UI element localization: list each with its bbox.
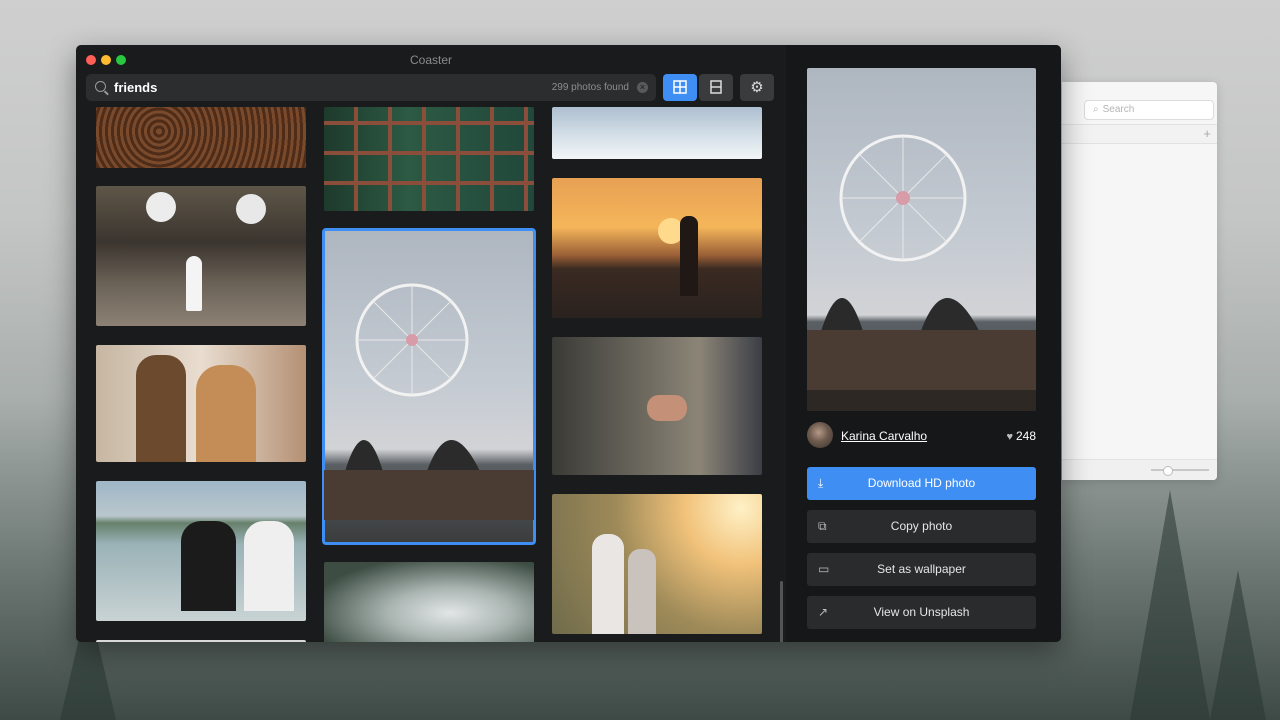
view-on-unsplash-button[interactable]: ↗ View on Unsplash [807,596,1036,629]
person [181,521,236,611]
copy-photo-label: Copy photo [890,519,953,533]
photo-helping-hand[interactable] [552,337,762,475]
slider-knob[interactable] [1163,466,1173,476]
photo-coffee-beans[interactable] [96,107,306,168]
search-icon: ⌕ [1093,104,1099,115]
hands [647,395,687,421]
grid-scrollbar[interactable] [780,581,783,642]
title-bar[interactable]: Coaster [76,45,786,73]
list-view-icon [710,80,722,94]
tree-silhouette [1210,570,1266,720]
gear-icon: ⚙ [750,79,764,96]
photo-partial[interactable] [96,640,306,642]
bride [186,256,202,311]
view-on-unsplash-label: View on Unsplash [873,605,970,619]
person [244,521,294,611]
photo-grid[interactable] [76,107,784,642]
copy-icon: ⧉ [818,519,827,533]
external-link-icon: ↗ [818,605,829,619]
window-frame [324,107,534,211]
background-search-field[interactable]: ⌕ Search [1084,100,1214,120]
copy-photo-button[interactable]: ⧉ Copy photo [807,510,1036,543]
zoom-slider[interactable] [1151,466,1209,476]
monitor-icon: ▭ [818,562,830,576]
tree-silhouette [1130,490,1210,720]
girl [628,549,656,634]
photo-friends-camera-beach[interactable] [96,481,306,621]
background-window[interactable]: ⌕ Search + [1062,82,1217,480]
girl [592,534,624,634]
plus-icon[interactable]: + [1203,125,1211,143]
grid-view-button[interactable] [663,74,697,101]
like-count[interactable]: ♥ 248 [1006,429,1036,443]
download-hd-button[interactable]: ⤓ Download HD photo [807,467,1036,500]
background-footer [1062,459,1217,480]
like-count-value: 248 [1015,429,1036,443]
search-bar[interactable]: 299 photos found × [86,74,656,101]
person [136,355,186,462]
search-icon [95,81,106,92]
window-title: Coaster [409,53,453,67]
download-hd-label: Download HD photo [867,476,976,490]
author-name-link[interactable]: Karina Carvalho [841,429,927,443]
result-count: 299 photos found [551,82,629,93]
photo-girls-sunlight[interactable] [552,494,762,634]
person [196,365,256,462]
search-input[interactable] [114,80,414,95]
background-toolbar-row: + [1062,124,1217,144]
settings-button[interactable]: ⚙ [740,74,774,101]
balloon [146,192,176,222]
download-icon: ⤓ [818,476,824,490]
photo-sunset-silhouettes[interactable] [552,178,762,318]
heart-icon: ♥ [1006,431,1013,443]
preview-ferris-wheel [807,134,1036,411]
photo-clouds-aerial[interactable] [324,562,534,642]
photo-wedding-balloons[interactable] [96,186,306,326]
balloon [236,194,266,224]
avatar[interactable] [807,422,833,448]
photo-two-friends-hats[interactable] [96,345,306,462]
coaster-window: Coaster 299 photos found × ⚙ [76,45,1061,642]
ferris-wheel-graphic [324,283,534,520]
set-wallpaper-button[interactable]: ▭ Set as wallpaper [807,553,1036,586]
silhouette [680,216,698,296]
photo-green-window[interactable] [324,107,534,211]
photo-preview[interactable] [807,68,1036,411]
photo-snow-feet[interactable] [552,107,762,159]
clear-search-icon[interactable]: × [637,82,648,93]
set-wallpaper-label: Set as wallpaper [877,562,966,576]
list-view-button[interactable] [699,74,733,101]
background-search-placeholder: Search [1102,104,1135,115]
detail-panel: Karina Carvalho ♥ 248 ⤓ Download HD photo… [786,45,1061,642]
photo-ferris-wheel-selected[interactable] [322,228,536,545]
grid-view-icon [673,80,687,94]
